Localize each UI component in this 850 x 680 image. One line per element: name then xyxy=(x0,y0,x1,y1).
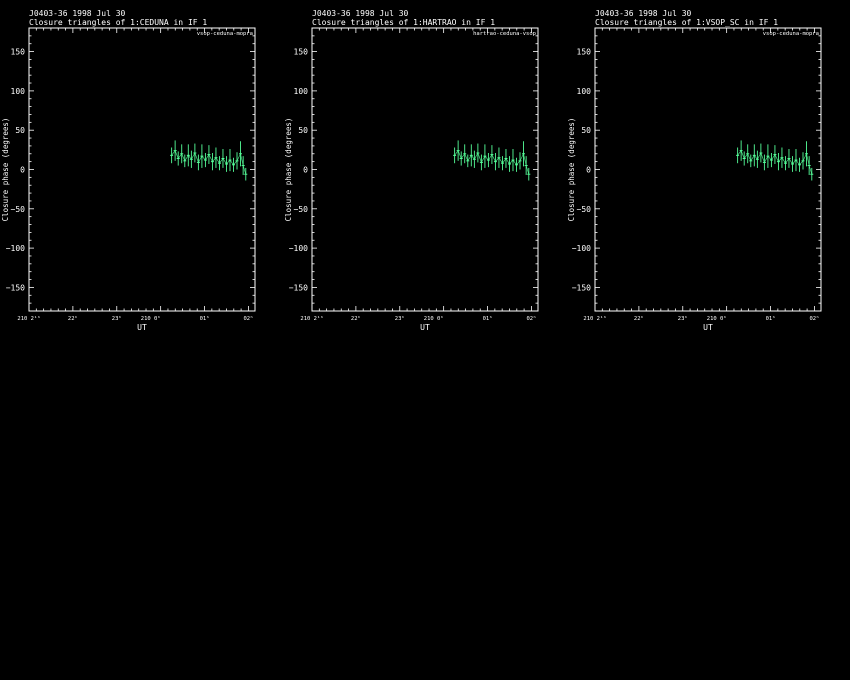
x-tick-label: 22ʰ xyxy=(351,315,361,322)
y-tick-label: 50 xyxy=(15,126,25,135)
x-tick-label: 23ʰ xyxy=(112,315,122,322)
y-tick-label: −100 xyxy=(6,244,25,253)
baseline-label: vsop-ceduna-mopra xyxy=(763,31,819,37)
y-axis-label: Closure phase (degrees) xyxy=(1,118,10,222)
y-tick-label: −50 xyxy=(577,205,592,214)
y-tick-label: 50 xyxy=(298,126,308,135)
x-tick-label: 23ʰ xyxy=(395,315,405,322)
y-tick-label: 50 xyxy=(581,126,591,135)
y-tick-label: 100 xyxy=(294,87,309,96)
panel-title: J0403-36 1998 Jul 30 xyxy=(312,9,409,18)
y-axis-label: Closure phase (degrees) xyxy=(284,118,293,222)
y-tick-label: 150 xyxy=(294,48,309,57)
x-tick-label: 210 0ʰ xyxy=(424,315,444,322)
y-tick-label: −50 xyxy=(11,205,26,214)
x-tick-label: 210 0ʰ xyxy=(707,315,727,322)
panel-subtitle: Closure triangles of 1:HARTRAO in IF 1 xyxy=(312,18,495,27)
x-tick-label: 22ʰ xyxy=(68,315,78,322)
closure-phase-figure: J0403-36 1998 Jul 30Closure triangles of… xyxy=(0,0,850,680)
y-axis-label: Closure phase (degrees) xyxy=(567,118,576,222)
panel-subtitle: Closure triangles of 1:VSOP_SC in IF 1 xyxy=(595,18,778,27)
x-tick-label: 01ʰ xyxy=(200,315,210,322)
x-tick-label: 210 2¹ʰ xyxy=(583,315,606,322)
x-tick-label: 22ʰ xyxy=(634,315,644,322)
x-axis-label: UT xyxy=(703,323,713,332)
x-tick-label: 210 2¹ʰ xyxy=(300,315,323,322)
x-tick-label: 01ʰ xyxy=(766,315,776,322)
y-tick-label: 0 xyxy=(20,166,25,175)
y-tick-label: −150 xyxy=(289,283,308,292)
x-tick-label: 23ʰ xyxy=(678,315,688,322)
y-tick-label: −100 xyxy=(572,244,591,253)
y-tick-label: 0 xyxy=(303,166,308,175)
y-tick-label: −100 xyxy=(289,244,308,253)
x-axis-label: UT xyxy=(420,323,430,332)
y-tick-label: 100 xyxy=(577,87,592,96)
y-tick-label: 150 xyxy=(11,48,26,57)
x-tick-label: 02ʰ xyxy=(243,315,253,322)
panel-title: J0403-36 1998 Jul 30 xyxy=(595,9,692,18)
x-tick-label: 02ʰ xyxy=(809,315,819,322)
y-tick-label: −50 xyxy=(294,205,309,214)
figure-background xyxy=(0,0,850,680)
x-tick-label: 210 2¹ʰ xyxy=(17,315,40,322)
y-tick-label: 150 xyxy=(577,48,592,57)
x-axis-label: UT xyxy=(137,323,147,332)
y-tick-label: −150 xyxy=(6,283,25,292)
x-tick-label: 01ʰ xyxy=(483,315,493,322)
y-tick-label: 0 xyxy=(586,166,591,175)
y-tick-label: −150 xyxy=(572,283,591,292)
y-tick-label: 100 xyxy=(11,87,26,96)
baseline-label: hartrao-ceduna-vsop xyxy=(473,31,536,37)
panel-subtitle: Closure triangles of 1:CEDUNA in IF 1 xyxy=(29,18,207,27)
x-tick-label: 02ʰ xyxy=(526,315,536,322)
x-tick-label: 210 0ʰ xyxy=(141,315,161,322)
panel-title: J0403-36 1998 Jul 30 xyxy=(29,9,126,18)
baseline-label: vsop-ceduna-mopra xyxy=(197,31,253,37)
